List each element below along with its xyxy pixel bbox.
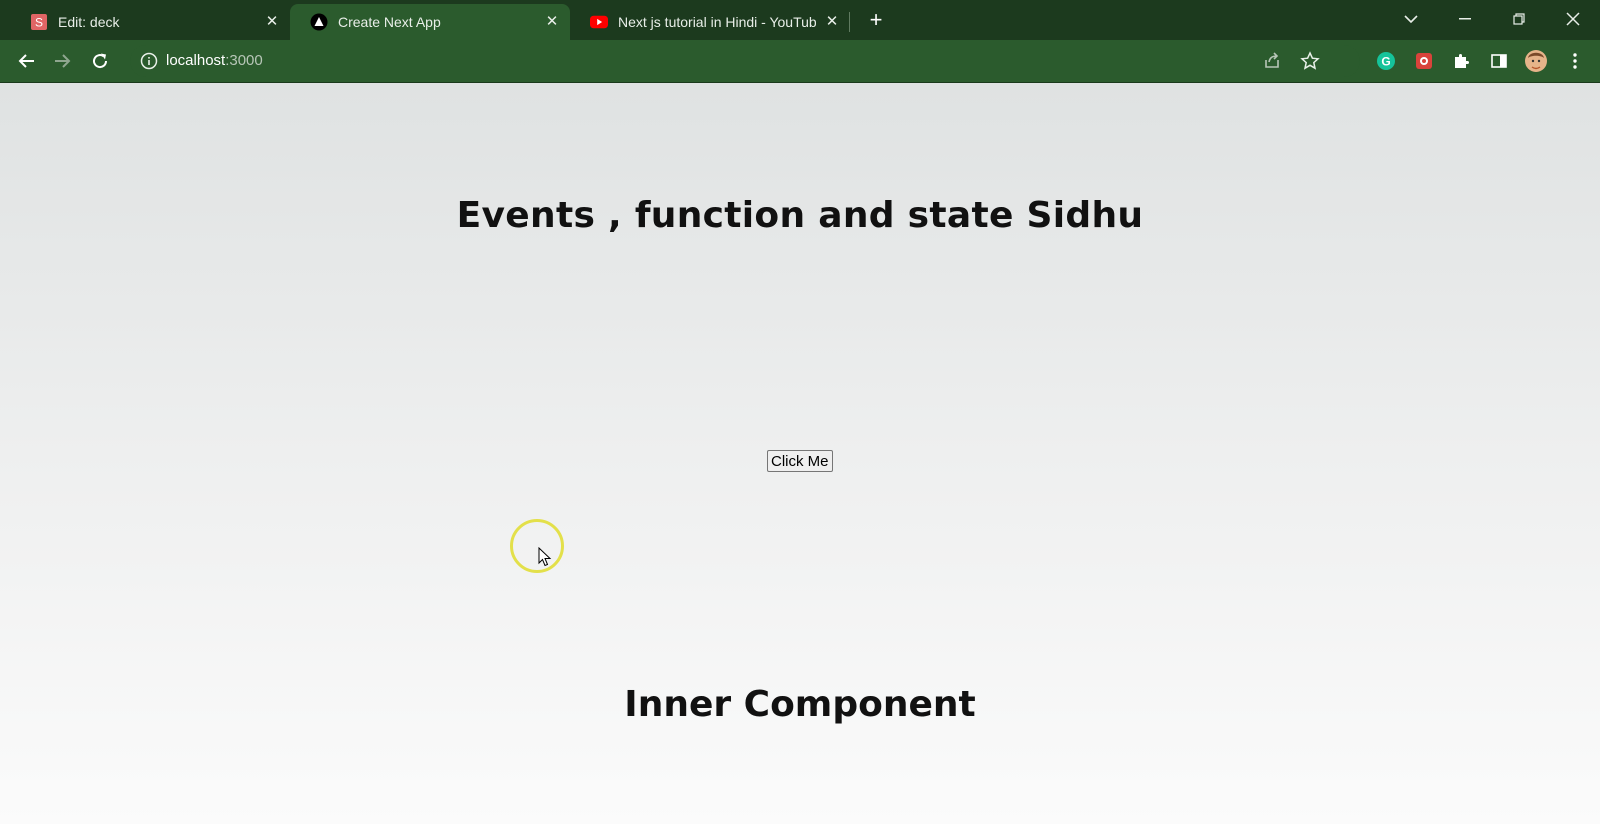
browser-toolbar: localhost:3000 G [0,40,1600,83]
tab-separator [849,12,850,32]
tab-title: Create Next App [338,14,441,30]
bookmark-star-icon[interactable] [1300,51,1320,76]
minimize-icon[interactable] [1448,6,1482,32]
page-heading: Events , function and state Sidhu [456,195,1144,236]
slides-s-icon: S [30,13,48,31]
click-me-button[interactable]: Click Me [767,450,833,472]
close-window-icon[interactable] [1556,6,1590,32]
url-host: localhost [166,52,226,69]
back-icon[interactable] [14,49,38,73]
tab-edit-deck[interactable]: S Edit: deck ✕ [10,4,290,40]
tab-strip: S Edit: deck ✕ Create Next App ✕ Next js… [0,0,1600,40]
reload-icon[interactable] [88,49,112,73]
tab-title: Edit: deck [58,14,120,30]
page-content: Events , function and state Sidhu Click … [0,83,1600,824]
extensions-puzzle-icon[interactable] [1449,49,1473,73]
youtube-icon [590,13,608,31]
nextjs-triangle-icon [310,13,328,31]
mouse-pointer-icon [538,547,552,567]
share-icon[interactable] [1262,51,1282,76]
close-icon[interactable]: ✕ [824,14,840,30]
svg-text:G: G [1381,55,1390,69]
info-icon[interactable] [140,52,158,70]
new-tab-button[interactable]: + [864,8,888,32]
extension-red-icon[interactable] [1412,49,1436,73]
grammarly-icon[interactable]: G [1374,49,1398,73]
tab-title: Next js tutorial in Hindi - YouTube [618,14,816,30]
svg-text:S: S [35,16,43,30]
inner-component-heading: Inner Component [624,684,976,725]
side-panel-icon[interactable] [1487,49,1511,73]
url-port: :3000 [225,52,263,69]
tab-search-icon[interactable] [1394,6,1428,32]
forward-icon[interactable] [51,49,75,73]
tab-create-next-app[interactable]: Create Next App ✕ [290,4,570,40]
profile-avatar[interactable] [1524,49,1548,73]
close-icon[interactable]: ✕ [544,14,560,30]
cursor-highlight-ring [510,519,564,573]
close-icon[interactable]: ✕ [264,14,280,30]
menu-kebab-icon[interactable] [1563,49,1587,73]
address-bar[interactable]: localhost:3000 [130,45,1360,77]
tab-youtube[interactable]: Next js tutorial in Hindi - YouTube ✕ [570,4,850,40]
restore-icon[interactable] [1502,6,1536,32]
url-text: localhost:3000 [166,52,263,69]
